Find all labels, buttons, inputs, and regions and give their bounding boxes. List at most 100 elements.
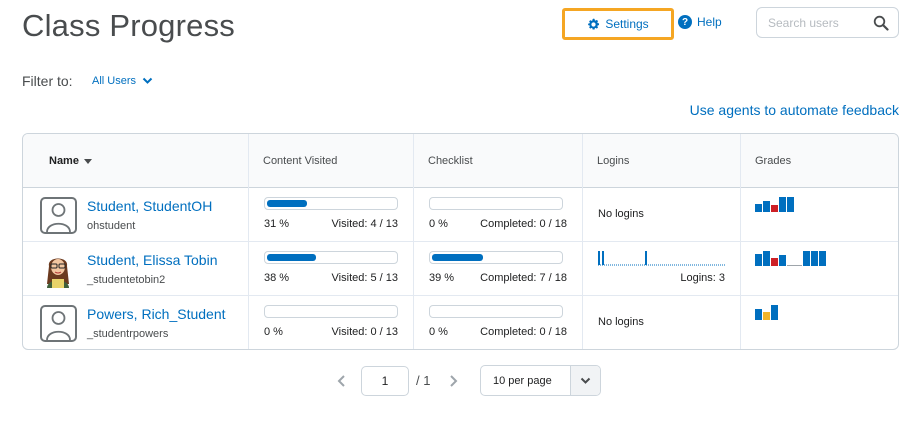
content-percent: 38 %	[264, 272, 290, 284]
grade-bar	[771, 305, 778, 320]
grades-chart[interactable]	[755, 196, 845, 212]
search-icon[interactable]	[873, 15, 889, 31]
student-username: ohstudent	[87, 220, 136, 232]
user-avatar-icon	[40, 197, 77, 234]
column-header-checklist: Checklist	[413, 134, 582, 188]
content-visited-count: Visited: 0 / 13	[331, 326, 398, 338]
name-cell: Student, Elissa Tobin _studentetobin2	[23, 242, 248, 296]
pagination: / 1 10 per page	[0, 365, 916, 397]
column-header-grades: Grades	[740, 134, 898, 188]
grade-bar	[763, 312, 770, 320]
grade-bar	[763, 251, 770, 266]
logins-chart[interactable]	[598, 250, 725, 266]
progress-table: Name Content Visited Checklist Logins Gr…	[22, 133, 899, 350]
chevron-left-icon[interactable]	[336, 374, 348, 388]
checklist-cell: 0 % Completed: 0 / 18	[413, 188, 582, 242]
grade-bar	[779, 255, 786, 266]
profile-photo-icon	[47, 258, 69, 288]
checklist-percent: 0 %	[429, 218, 448, 230]
name-cell: Powers, Rich_Student _studentrpowers	[23, 296, 248, 349]
checklist-completed-count: Completed: 7 / 18	[480, 272, 567, 284]
progress-fill	[432, 254, 483, 261]
grade-bar	[819, 251, 826, 266]
grade-bar	[755, 309, 762, 320]
logins-cell[interactable]: Logins: 3	[582, 242, 740, 296]
checklist-progress-bar	[429, 305, 563, 318]
help-label: Help	[697, 15, 722, 29]
page-total: / 1	[416, 373, 431, 388]
grades-cell[interactable]	[740, 188, 898, 242]
logins-cell: No logins	[582, 296, 740, 349]
grades-cell[interactable]	[740, 296, 898, 349]
content-visited-cell: 38 % Visited: 5 / 13	[248, 242, 413, 296]
login-mark	[598, 251, 600, 265]
grade-bar	[771, 258, 778, 266]
column-header-content-visited: Content Visited	[248, 134, 413, 188]
gear-icon	[588, 18, 600, 30]
logins-text: No logins	[598, 316, 644, 328]
settings-label: Settings	[605, 17, 649, 31]
table-row: Student, StudentOH ohstudent 31 % Visite…	[23, 188, 898, 242]
grade-bar	[771, 205, 778, 212]
student-name-link[interactable]: Powers, Rich_Student	[87, 306, 226, 322]
content-visited-count: Visited: 5 / 13	[331, 272, 398, 284]
checklist-completed-count: Completed: 0 / 18	[480, 218, 567, 230]
search-input[interactable]	[768, 15, 876, 30]
content-progress-bar	[264, 197, 398, 210]
column-header-name[interactable]: Name	[23, 134, 248, 188]
logins-count: Logins: 3	[680, 272, 725, 284]
grades-chart[interactable]	[755, 250, 845, 266]
filter-dropdown[interactable]: All Users	[92, 75, 153, 87]
checklist-percent: 0 %	[429, 326, 448, 338]
checklist-progress-bar	[429, 251, 563, 264]
column-header-logins: Logins	[582, 134, 740, 188]
content-visited-cell: 31 % Visited: 4 / 13	[248, 188, 413, 242]
grades-chart[interactable]	[755, 304, 845, 320]
chevron-down-icon	[570, 366, 600, 395]
content-percent: 0 %	[264, 326, 283, 338]
settings-button[interactable]: Settings	[562, 8, 674, 40]
help-link[interactable]: ? Help	[678, 15, 722, 29]
search-box	[756, 7, 899, 38]
name-cell: Student, StudentOH ohstudent	[23, 188, 248, 242]
per-page-value: 10 per page	[493, 374, 552, 387]
per-page-select[interactable]: 10 per page	[480, 365, 601, 396]
login-mark	[602, 251, 604, 265]
chevron-down-icon	[142, 77, 153, 84]
student-name-link[interactable]: Student, StudentOH	[87, 198, 212, 214]
student-username: _studentrpowers	[87, 328, 169, 340]
checklist-cell: 0 % Completed: 0 / 18	[413, 296, 582, 349]
student-name-link[interactable]: Student, Elissa Tobin	[87, 252, 218, 268]
content-progress-bar	[264, 251, 398, 264]
agents-link[interactable]: Use agents to automate feedback	[690, 102, 899, 118]
login-mark	[645, 251, 647, 265]
grade-bar	[811, 251, 818, 266]
page-number-input[interactable]	[361, 366, 409, 396]
logins-text: No logins	[598, 208, 644, 220]
checklist-percent: 39 %	[429, 272, 455, 284]
help-icon: ?	[678, 15, 692, 29]
grade-bar	[755, 254, 762, 266]
column-header-label: Name	[49, 155, 79, 167]
grade-bar	[787, 197, 794, 212]
content-percent: 31 %	[264, 218, 290, 230]
user-avatar-icon	[40, 305, 77, 342]
checklist-cell: 39 % Completed: 7 / 18	[413, 242, 582, 296]
content-visited-count: Visited: 4 / 13	[331, 218, 398, 230]
student-username: _studentetobin2	[87, 274, 166, 286]
progress-fill	[267, 254, 317, 261]
table-row: Student, Elissa Tobin _studentetobin2 38…	[23, 242, 898, 296]
content-progress-bar	[264, 305, 398, 318]
grade-bar	[803, 251, 810, 266]
sort-down-icon	[83, 158, 92, 164]
progress-fill	[267, 200, 308, 207]
table-header: Name Content Visited Checklist Logins Gr…	[23, 134, 898, 188]
checklist-progress-bar	[429, 197, 563, 210]
checklist-completed-count: Completed: 0 / 18	[480, 326, 567, 338]
page-title: Class Progress	[22, 8, 235, 43]
grades-cell[interactable]	[740, 242, 898, 296]
logins-cell: No logins	[582, 188, 740, 242]
filter-value: All Users	[92, 75, 137, 87]
chevron-right-icon[interactable]	[447, 374, 459, 388]
grade-bar	[755, 204, 762, 212]
